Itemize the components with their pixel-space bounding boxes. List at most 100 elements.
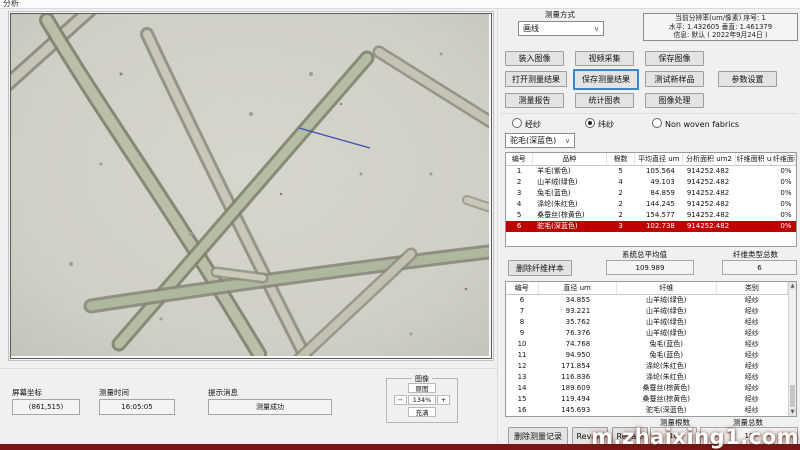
test-new-sample-button[interactable]: 测试新样品 — [645, 71, 704, 87]
table-cell[interactable]: 914252.482 — [683, 166, 735, 178]
table-cell[interactable]: 经纱 — [716, 383, 787, 394]
table-cell[interactable] — [735, 199, 771, 210]
table-row[interactable]: 2山羊绒(绿色)449.103914252.4820% — [506, 177, 796, 188]
table-cell[interactable]: 914252.482 — [683, 210, 735, 221]
table-row[interactable]: 15119.494桑蚕丝(棕黄色)经纱 — [506, 394, 788, 405]
table-cell[interactable]: 144.245 — [635, 199, 683, 210]
table-row[interactable]: 6驼毛(深蓝色)3102.738914252.4820% — [506, 221, 796, 232]
table-cell[interactable]: 山羊绒(绿色) — [616, 317, 716, 328]
table-row[interactable]: 1074.768兔毛(蓝色)经纱 — [506, 339, 788, 350]
table-row[interactable]: 3兔毛(蓝色)284.859914252.4820% — [506, 188, 796, 199]
table-cell[interactable]: 羊毛(紫色) — [532, 166, 606, 178]
table-cell[interactable]: 17 — [506, 416, 538, 417]
table-cell[interactable]: 0% — [771, 177, 795, 188]
table-cell[interactable]: 驼毛(深蓝色) — [616, 405, 716, 416]
table-cell[interactable]: 49.103 — [635, 177, 683, 188]
table-cell[interactable]: 119.494 — [538, 394, 616, 405]
table-cell[interactable]: 914252.482 — [683, 199, 735, 210]
table-cell[interactable]: 105.564 — [635, 166, 683, 178]
table-row[interactable]: 12171.854涤纶(朱红色)经纱 — [506, 361, 788, 372]
table-cell[interactable]: 3 — [607, 221, 635, 232]
table-cell[interactable]: 116.836 — [538, 372, 616, 383]
fit-screen-button[interactable]: 充满 — [408, 407, 436, 417]
table-row[interactable]: 5桑蚕丝(棕黄色)2154.577914252.4820% — [506, 210, 796, 221]
table-cell[interactable]: 经纱 — [716, 394, 787, 405]
table-cell[interactable]: 0% — [771, 166, 795, 178]
table-cell[interactable]: 93.221 — [538, 306, 616, 317]
table-cell[interactable] — [735, 221, 771, 232]
table-cell[interactable]: 驼毛(深蓝色) — [532, 221, 606, 232]
table-cell[interactable]: 经纱 — [716, 350, 787, 361]
open-results-button[interactable]: 打开测量结果 — [505, 71, 567, 87]
table-row[interactable]: 14189.609桑蚕丝(棕黄色)经纱 — [506, 383, 788, 394]
table-cell[interactable]: 经纱 — [716, 339, 787, 350]
table-cell[interactable]: 4 — [607, 177, 635, 188]
table-cell[interactable] — [735, 210, 771, 221]
table-cell[interactable]: 经纱 — [716, 372, 787, 383]
scroll-up-icon[interactable]: ▲ — [789, 282, 796, 290]
table-cell[interactable]: 2 — [506, 177, 532, 188]
table-cell[interactable]: 34.855 — [538, 295, 616, 307]
table-row[interactable]: 4涤纶(朱红色)2144.245914252.482 0% — [506, 199, 796, 210]
table-cell[interactable]: 11 — [506, 350, 538, 361]
microscope-image[interactable] — [10, 13, 492, 359]
table-cell[interactable]: 74.768 — [538, 339, 616, 350]
table-cell[interactable]: 16 — [506, 405, 538, 416]
scrollbar-thumb[interactable] — [790, 385, 795, 407]
table-row[interactable]: 835.762山羊绒(绿色)经纱 — [506, 317, 788, 328]
table-cell[interactable]: 14 — [506, 383, 538, 394]
table-cell[interactable]: 山羊绒(绿色) — [532, 177, 606, 188]
table-cell[interactable]: 145.693 — [538, 405, 616, 416]
table-cell[interactable]: 2 — [607, 199, 635, 210]
table-cell[interactable]: 经纱 — [716, 361, 787, 372]
table-cell[interactable]: 6 — [506, 295, 538, 307]
table-row[interactable]: 1194.950兔毛(蓝色)经纱 — [506, 350, 788, 361]
table-cell[interactable]: 0% — [771, 188, 795, 199]
param-settings-button[interactable]: 参数设置 — [718, 71, 777, 87]
fiber-type-dropdown[interactable]: 驼毛(深蓝色) ∨ — [505, 133, 575, 148]
table-cell[interactable]: 经纱 — [716, 328, 787, 339]
table-cell[interactable]: 2 — [607, 188, 635, 199]
table-cell[interactable]: 171.524 — [538, 416, 616, 417]
table-cell[interactable]: 102.738 — [635, 221, 683, 232]
save-results-button[interactable]: 保存测量结果 — [573, 69, 639, 90]
table-row[interactable]: 793.221山羊绒(绿色)经纱 — [506, 306, 788, 317]
table-cell[interactable]: 84.859 — [635, 188, 683, 199]
radio-warp[interactable]: 经纱 — [512, 118, 541, 130]
table-cell[interactable]: 914252.482 — [683, 188, 735, 199]
save-image-button[interactable]: 保存图像 — [645, 51, 704, 66]
radio-weft[interactable]: 纬纱 — [585, 118, 614, 130]
table-cell[interactable]: 1 — [506, 166, 532, 178]
table-cell[interactable]: 山羊绒(绿色) — [616, 328, 716, 339]
table-cell[interactable]: 涤纶(朱红色) — [616, 361, 716, 372]
delete-fiber-sample-button[interactable]: 删除纤维样本 — [508, 260, 572, 276]
table-cell[interactable]: 山羊绒(绿色) — [616, 295, 716, 307]
table-row[interactable]: 1羊毛(紫色)5105.564914252.482 0% — [506, 166, 796, 178]
table-cell[interactable]: 桑蚕丝(棕黄色) — [616, 394, 716, 405]
table-cell[interactable]: 15 — [506, 394, 538, 405]
table-cell[interactable] — [735, 188, 771, 199]
table-cell[interactable]: 6 — [506, 221, 532, 232]
table-cell[interactable]: 0% — [771, 199, 795, 210]
table-cell[interactable]: 山羊绒(绿色) — [616, 306, 716, 317]
table-cell[interactable]: 0% — [771, 221, 795, 232]
radio-nonwoven[interactable]: Non woven fabrics — [652, 118, 739, 129]
stats-chart-button[interactable]: 统计图表 — [575, 93, 634, 108]
zoom-in-button[interactable]: + — [437, 395, 450, 405]
table-cell[interactable]: 涤纶(朱红色) — [532, 199, 606, 210]
table-cell[interactable]: 13 — [506, 372, 538, 383]
table-cell[interactable]: 76.376 — [538, 328, 616, 339]
table-cell[interactable]: 9 — [506, 328, 538, 339]
table-row[interactable]: 634.855山羊绒(绿色)经纱 — [506, 295, 788, 307]
table-cell[interactable] — [735, 166, 771, 178]
table-cell[interactable]: 7 — [506, 306, 538, 317]
table-cell[interactable]: 154.577 — [635, 210, 683, 221]
table-cell[interactable]: 5 — [607, 166, 635, 178]
table-cell[interactable]: 涤纶(朱红色) — [616, 372, 716, 383]
measure-report-button[interactable]: 测量报告 — [505, 93, 564, 108]
delete-record-button[interactable]: 删除测量记录 — [508, 427, 568, 445]
image-process-button[interactable]: 图像处理 — [645, 93, 704, 108]
scroll-down-icon[interactable]: ▼ — [789, 408, 796, 416]
table-cell[interactable]: 2 — [607, 210, 635, 221]
table-cell[interactable]: 4 — [506, 199, 532, 210]
